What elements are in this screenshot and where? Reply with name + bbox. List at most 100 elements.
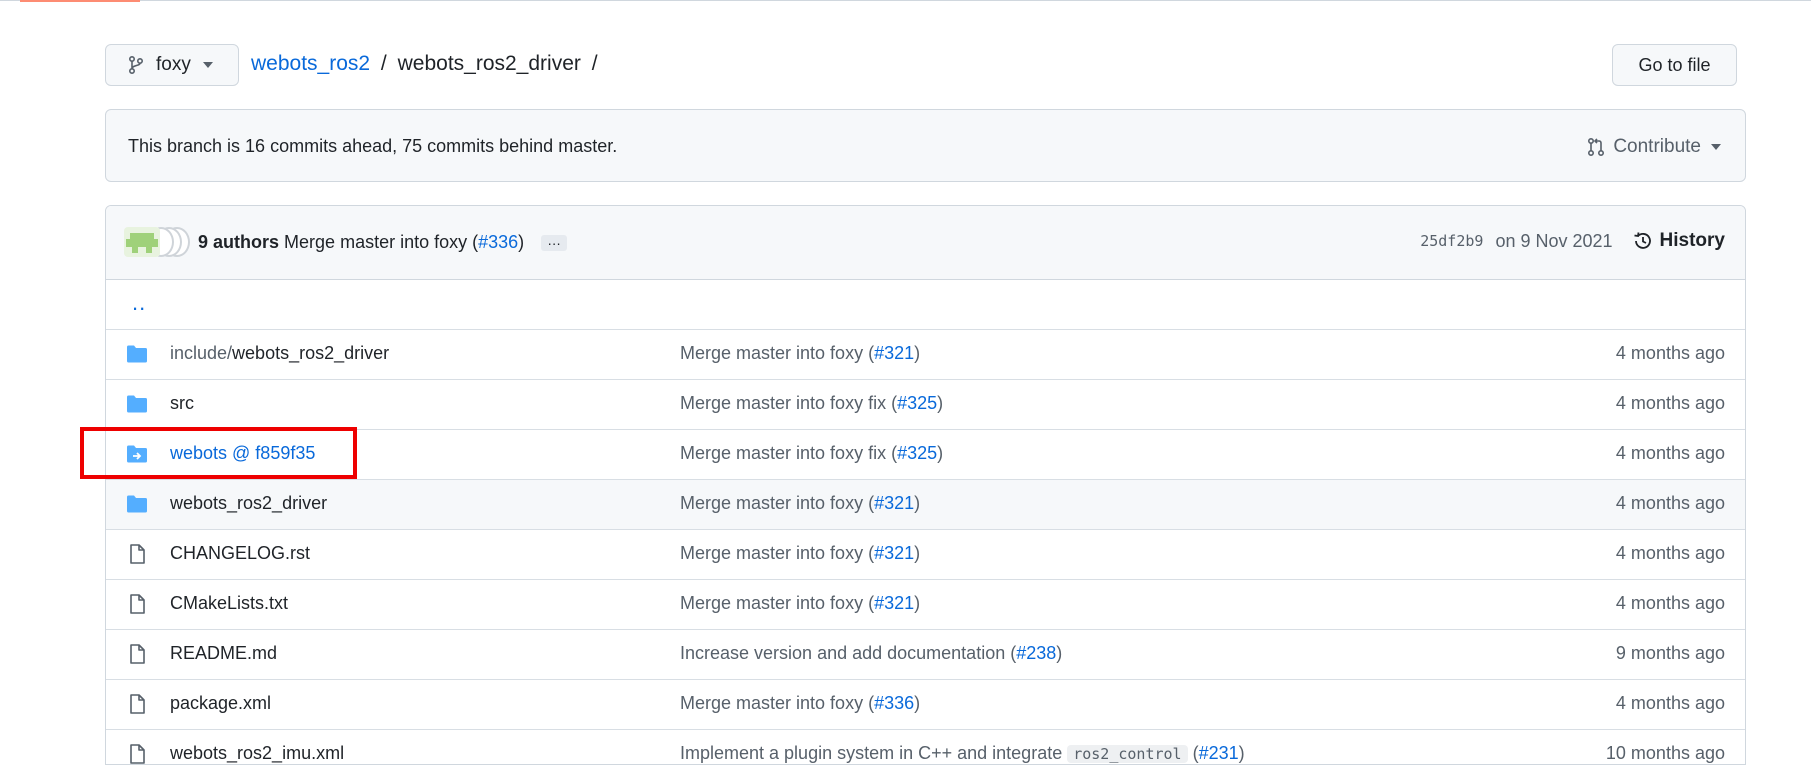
commit-message-text: Merge master into foxy ( xyxy=(680,693,875,713)
file-commit-message[interactable]: Merge master into foxy fix (#325) xyxy=(680,393,943,414)
chevron-down-icon xyxy=(1711,144,1721,150)
commit-pr-link[interactable]: #325 xyxy=(897,443,937,463)
avatar xyxy=(124,227,160,257)
file-commit-time: 4 months ago xyxy=(1615,343,1725,363)
file-name: src xyxy=(170,393,194,413)
commit-pr-link[interactable]: #336 xyxy=(478,232,518,252)
table-row[interactable]: webots_ros2_driver Merge master into foxy… xyxy=(106,480,1745,530)
table-row[interactable]: CHANGELOG.rst Merge master into foxy (#32… xyxy=(106,530,1745,580)
file-list: 9 authors Merge master into foxy (#336) … xyxy=(105,205,1746,765)
commit-message-suffix: ) xyxy=(518,232,525,252)
file-commit-message[interactable]: Implement a plugin system in C++ and int… xyxy=(680,743,1245,764)
commit-message-suffix: ) xyxy=(914,593,921,613)
breadcrumb-current-folder: webots_ros2_driver xyxy=(397,52,581,75)
commit-message-suffix: ) xyxy=(937,393,944,413)
file-icon xyxy=(126,694,148,714)
commit-pr-link[interactable]: #325 xyxy=(897,393,937,413)
branch-status-message: This branch is 16 commits ahead, 75 comm… xyxy=(128,136,618,156)
file-name: README.md xyxy=(170,643,278,663)
file-name-link[interactable]: README.md xyxy=(170,643,277,664)
file-icon xyxy=(126,644,148,664)
commit-message-text: Merge master into foxy ( xyxy=(680,343,875,363)
file-name: webots_ros2_imu.xml xyxy=(170,743,345,763)
file-icon xyxy=(126,594,148,614)
git-branch-icon xyxy=(128,55,144,75)
commit-pr-link[interactable]: #321 xyxy=(874,493,914,513)
commit-pr-link[interactable]: #321 xyxy=(874,343,914,363)
file-commit-time: 4 months ago xyxy=(1615,593,1725,613)
table-row[interactable]: package.xml Merge master into foxy (#336)… xyxy=(106,680,1745,730)
commit-message-text[interactable]: Merge master into foxy ( xyxy=(284,232,478,252)
latest-commit-bar: 9 authors Merge master into foxy (#336) … xyxy=(106,206,1745,280)
file-name-link[interactable]: package.xml xyxy=(170,693,271,714)
commit-date: on 9 Nov 2021 xyxy=(1495,230,1613,251)
latest-commit-message: 9 authors Merge master into foxy (#336) … xyxy=(198,232,568,253)
expand-commit-button[interactable]: … xyxy=(541,233,568,252)
table-row[interactable]: webots_ros2_imu.xml Implement a plugin sy… xyxy=(106,730,1745,764)
commit-message-suffix: ) xyxy=(914,693,921,713)
contribute-button[interactable]: Contribute xyxy=(1587,136,1721,158)
commit-message-suffix: ) xyxy=(937,443,944,463)
inline-code: ros2_control xyxy=(1067,745,1188,763)
file-name: webots @ f859f35 xyxy=(170,443,316,463)
file-icon xyxy=(126,744,148,764)
file-name-link[interactable]: webots @ f859f35 xyxy=(170,443,315,464)
file-commit-message[interactable]: Merge master into foxy (#336) xyxy=(680,693,920,714)
commit-sha-link[interactable]: 25df2b9 xyxy=(1420,232,1483,250)
folder-icon xyxy=(126,344,148,364)
file-icon xyxy=(126,544,148,564)
commit-pr-link[interactable]: #231 xyxy=(1199,743,1239,763)
breadcrumb-repo-link[interactable]: webots_ros2 xyxy=(251,52,370,75)
history-label: History xyxy=(1659,230,1725,251)
author-avatars[interactable] xyxy=(124,227,190,259)
file-commit-message[interactable]: Increase version and add documentation (… xyxy=(680,643,1062,664)
submodule-folder-icon xyxy=(126,444,148,464)
commit-message-text: Increase version and add documentation ( xyxy=(680,643,1017,663)
file-commit-time: 9 months ago xyxy=(1615,643,1725,663)
file-commit-message[interactable]: Merge master into foxy (#321) xyxy=(680,493,920,514)
history-icon xyxy=(1633,232,1651,249)
file-commit-message[interactable]: Merge master into foxy (#321) xyxy=(680,543,920,564)
top-border xyxy=(0,0,1811,1)
go-to-file-button[interactable]: Go to file xyxy=(1612,44,1737,86)
file-name-link[interactable]: webots_ros2_driver xyxy=(170,493,327,514)
table-row[interactable]: CMakeLists.txt Merge master into foxy (#3… xyxy=(106,580,1745,630)
file-name-prefix: include/ xyxy=(170,343,233,363)
breadcrumb-separator: / xyxy=(591,52,598,75)
commit-message-suffix: ) xyxy=(1056,643,1063,663)
file-name-link[interactable]: CMakeLists.txt xyxy=(170,593,288,614)
file-name-link[interactable]: src xyxy=(170,393,194,414)
table-row[interactable]: webots @ f859f35 Merge master into foxy f… xyxy=(106,430,1745,480)
file-rows: include/webots_ros2_driver Merge master i… xyxy=(106,330,1745,764)
breadcrumb-separator: / xyxy=(380,52,387,75)
commit-message-suffix: ) xyxy=(914,543,921,563)
commit-message-text: Merge master into foxy ( xyxy=(680,593,875,613)
file-commit-message[interactable]: Merge master into foxy (#321) xyxy=(680,343,920,364)
parent-directory-link[interactable]: .. xyxy=(132,290,146,316)
commit-pr-link[interactable]: #238 xyxy=(1016,643,1056,663)
file-commit-message[interactable]: Merge master into foxy (#321) xyxy=(680,593,920,614)
file-name-link[interactable]: CHANGELOG.rst xyxy=(170,543,310,564)
file-commit-time: 10 months ago xyxy=(1605,743,1725,763)
parent-directory-row[interactable]: .. xyxy=(106,280,1745,330)
contribute-label: Contribute xyxy=(1613,136,1701,157)
table-row[interactable]: README.md Increase version and add docume… xyxy=(106,630,1745,680)
file-name-link[interactable]: include/webots_ros2_driver xyxy=(170,343,389,364)
file-name: webots_ros2_driver xyxy=(170,493,328,513)
commit-message-suffix: ) xyxy=(914,343,921,363)
table-row[interactable]: src Merge master into foxy fix (#325) 4 mo… xyxy=(106,380,1745,430)
branch-select-button[interactable]: foxy xyxy=(105,44,239,86)
authors-count[interactable]: 9 authors xyxy=(198,232,279,252)
commit-pr-link[interactable]: #321 xyxy=(874,543,914,563)
file-commit-time: 4 months ago xyxy=(1615,543,1725,563)
commit-pr-link[interactable]: #321 xyxy=(874,593,914,613)
commit-message-text: Merge master into foxy ( xyxy=(680,543,875,563)
commit-pr-link[interactable]: #336 xyxy=(874,693,914,713)
history-link[interactable]: History xyxy=(1633,230,1725,252)
file-name-link[interactable]: webots_ros2_imu.xml xyxy=(170,743,344,764)
file-commit-time: 4 months ago xyxy=(1615,693,1725,713)
file-name: package.xml xyxy=(170,693,272,713)
active-tab-indicator xyxy=(20,0,140,2)
table-row[interactable]: include/webots_ros2_driver Merge master i… xyxy=(106,330,1745,380)
file-commit-message[interactable]: Merge master into foxy fix (#325) xyxy=(680,443,943,464)
